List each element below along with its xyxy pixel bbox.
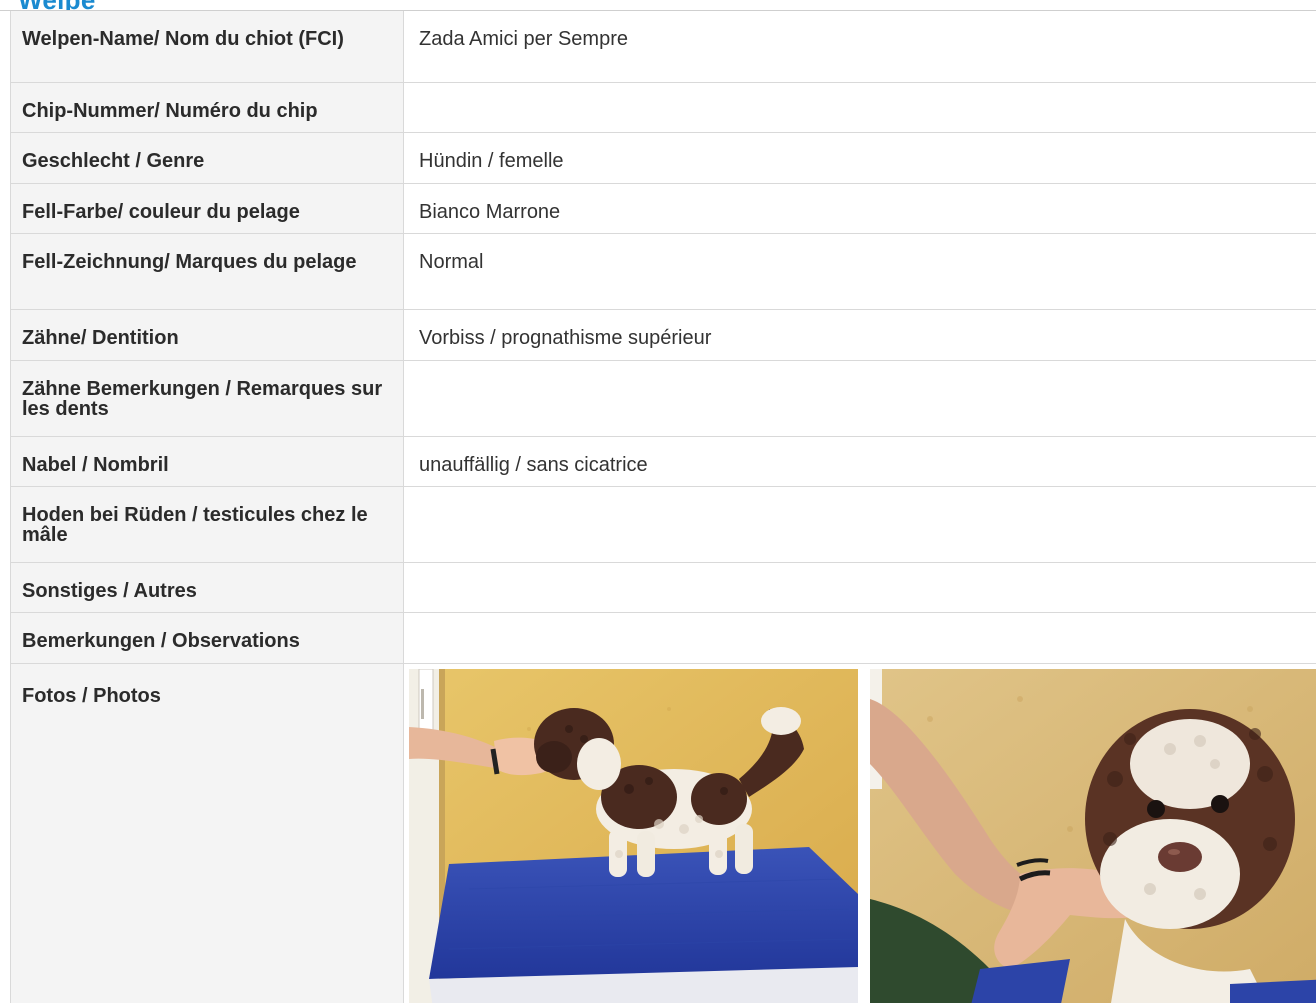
field-value: Bianco Marrone	[403, 183, 1316, 234]
field-value: Normal	[403, 233, 1316, 310]
field-label: Zähne/ Dentition	[10, 309, 404, 361]
table-row: Geschlecht / Genre Hündin / femelle	[10, 132, 1316, 184]
table-row: Hoden bei Rüden / testicules chez le mâl…	[10, 486, 1316, 563]
field-label: Chip-Nummer/ Numéro du chip	[10, 82, 404, 133]
field-value: Hündin / femelle	[403, 132, 1316, 184]
field-value: Vorbiss / prognathisme supérieur	[403, 309, 1316, 361]
field-label: Welpen-Name/ Nom du chiot (FCI)	[10, 11, 404, 83]
table-row: Chip-Nummer/ Numéro du chip	[10, 82, 1316, 133]
field-label: Hoden bei Rüden / testicules chez le mâl…	[10, 486, 404, 563]
field-value	[403, 82, 1316, 133]
field-label: Fell-Farbe/ couleur du pelage	[10, 183, 404, 234]
field-label: Fotos / Photos	[10, 663, 404, 1003]
table-row: Zähne Bemerkungen / Remarques sur les de…	[10, 360, 1316, 437]
field-value	[403, 562, 1316, 613]
field-label: Bemerkungen / Observations	[10, 612, 404, 664]
table-row: Fell-Zeichnung/ Marques du pelage Normal	[10, 233, 1316, 310]
table-row: Sonstiges / Autres	[10, 562, 1316, 613]
field-label: Zähne Bemerkungen / Remarques sur les de…	[10, 360, 404, 437]
table-row: Welpen-Name/ Nom du chiot (FCI) Zada Ami…	[10, 11, 1316, 83]
photos-cell	[403, 663, 1316, 1003]
field-label: Geschlecht / Genre	[10, 132, 404, 184]
table-row: Fotos / Photos	[10, 663, 1316, 1003]
puppy-closeup-photo[interactable]	[870, 668, 1316, 1003]
table-row: Fell-Farbe/ couleur du pelage Bianco Mar…	[10, 183, 1316, 234]
puppy-standing-photo[interactable]	[409, 668, 858, 1003]
table-row: Bemerkungen / Observations	[10, 612, 1316, 664]
table-row: Zähne/ Dentition Vorbiss / prognathisme …	[10, 309, 1316, 361]
field-value: Zada Amici per Sempre	[403, 11, 1316, 83]
puppy-details-table: Welpen-Name/ Nom du chiot (FCI) Zada Ami…	[10, 11, 1316, 1003]
field-label: Sonstiges / Autres	[10, 562, 404, 613]
field-value: unauffällig / sans cicatrice	[403, 436, 1316, 487]
field-label: Nabel / Nombril	[10, 436, 404, 487]
table-row: Nabel / Nombril unauffällig / sans cicat…	[10, 436, 1316, 487]
field-value	[403, 486, 1316, 563]
field-value	[403, 360, 1316, 437]
puppy-details-page: Welpe Welpen-Name/ Nom du chiot (FCI) Za…	[0, 0, 1316, 1003]
field-value	[403, 612, 1316, 664]
field-label: Fell-Zeichnung/ Marques du pelage	[10, 233, 404, 310]
